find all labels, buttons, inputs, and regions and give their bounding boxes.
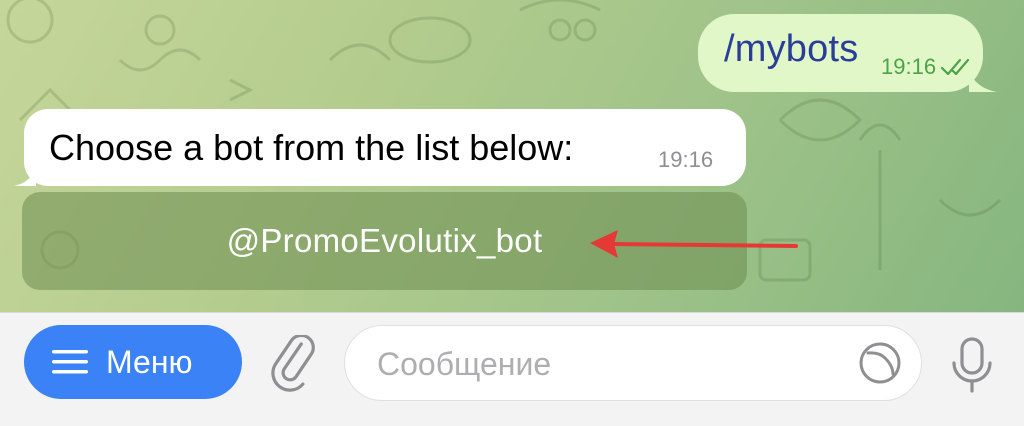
message-time: 19:16 xyxy=(658,147,714,172)
message-text: Choose a bot from the list below: xyxy=(49,127,574,168)
menu-button[interactable]: Меню xyxy=(24,325,242,399)
bubble-tail xyxy=(14,166,36,186)
outgoing-message: /mybots 19:16 xyxy=(698,14,997,92)
annotation-arrow xyxy=(590,230,798,258)
hamburger-icon xyxy=(52,350,88,374)
message-time: 19:16 xyxy=(881,54,937,79)
sticker-icon[interactable] xyxy=(857,340,903,386)
bubble-tail xyxy=(969,70,997,92)
microphone-icon[interactable] xyxy=(946,335,998,395)
message-input[interactable]: Сообщение xyxy=(344,325,922,401)
composer-bar: Меню Сообщение xyxy=(0,312,1024,426)
bot-button-label: @PromoEvolutix_bot xyxy=(226,222,543,259)
message-text: /mybots xyxy=(724,28,859,70)
chat-area: /mybots 19:16 Choose a bot from the list… xyxy=(0,0,1024,312)
menu-label: Меню xyxy=(106,343,193,380)
message-meta: 19:16 xyxy=(881,54,974,80)
incoming-message: Choose a bot from the list below: 19:16 xyxy=(14,109,746,186)
paperclip-icon[interactable] xyxy=(266,335,324,393)
message-input-placeholder: Сообщение xyxy=(377,346,552,382)
